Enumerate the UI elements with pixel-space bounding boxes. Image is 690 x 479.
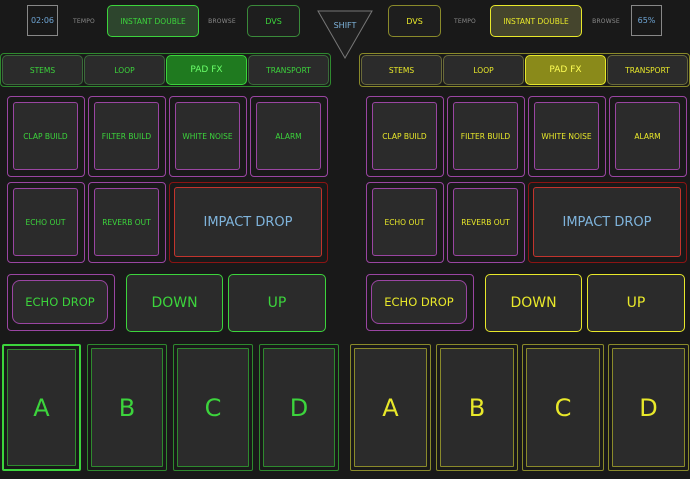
cue-label: C [204,393,222,422]
tab-padfx-left[interactable]: PAD FX [166,55,247,85]
fx-left-label: INSTANT DOUBLE [120,16,186,26]
tab-label: LOOP [473,65,494,75]
pad-echo-out-left[interactable]: ECHO OUT [7,182,85,263]
cue-c-left[interactable]: C [173,344,253,471]
pad-label: ALARM [634,131,661,141]
tempo-label-left: TEMPO [73,17,95,25]
cue-label: D [639,393,658,422]
pad-label: CLAP BUILD [23,131,68,141]
cue-label: D [289,393,309,422]
tab-label: PAD FX [190,65,223,75]
cue-b-left[interactable]: B [87,344,167,471]
tab-label: STEMS [388,65,415,75]
echo-drop-right-button[interactable]: ECHO DROP [366,274,474,331]
pad-label: WHITE NOISE [182,131,233,141]
pad-impact-drop-right[interactable]: IMPACT DROP [528,182,687,263]
pad-label: WHITE NOISE [541,131,592,141]
button-label: ECHO DROP [384,295,454,309]
volume-text: 65% [637,16,656,25]
pad-filter-build-left[interactable]: FILTER BUILD [88,96,166,177]
cue-d-right[interactable]: D [608,344,689,471]
pad-label: REVERB OUT [461,217,510,227]
time-display: 02:06 [27,5,58,36]
browse-label-left: BROWSE [208,17,236,25]
tab-loop-right[interactable]: LOOP [443,55,524,85]
pad-clap-build-right[interactable]: CLAP BUILD [366,96,444,177]
tab-stems-right[interactable]: STEMS [361,55,442,85]
fx-instant-double-right-button[interactable]: INSTANT DOUBLE [490,5,582,37]
pad-label: FILTER BUILD [460,131,511,141]
volume-display: 65% [631,5,662,36]
cue-label: A [382,393,399,422]
button-label: UP [267,295,287,311]
dvs-left-label: DVS [265,16,282,26]
browse-label-right: BROWSE [592,17,620,25]
tab-loop-left[interactable]: LOOP [84,55,165,85]
cue-a-right[interactable]: A [350,344,431,471]
up-left-button[interactable]: UP [228,274,326,332]
pad-impact-drop-left[interactable]: IMPACT DROP [169,182,328,263]
cue-a-left[interactable]: A [2,344,81,471]
pad-label: IMPACT DROP [562,214,652,230]
down-left-button[interactable]: DOWN [126,274,223,332]
fx-right-label: INSTANT DOUBLE [503,16,569,26]
cue-d-left[interactable]: D [259,344,339,471]
dvs-left-button[interactable]: DVS [247,5,300,37]
pad-reverb-out-left[interactable]: REVERB OUT [88,182,166,263]
pad-clap-build-left[interactable]: CLAP BUILD [7,96,85,177]
pad-label: CLAP BUILD [382,131,427,141]
button-label: DOWN [510,295,557,311]
pad-label: ECHO OUT [25,217,66,227]
dvs-right-label: DVS [406,16,423,26]
pad-echo-out-right[interactable]: ECHO OUT [366,182,444,263]
tab-label: TRANSPORT [266,65,311,75]
cue-c-right[interactable]: C [522,344,604,471]
cue-b-right[interactable]: B [436,344,518,471]
pad-alarm-left[interactable]: ALARM [250,96,328,177]
tab-label: PAD FX [549,65,582,75]
up-right-button[interactable]: UP [587,274,685,332]
pad-label: REVERB OUT [102,217,151,227]
cue-label: A [33,393,50,422]
pad-label: ECHO OUT [384,217,425,227]
pad-filter-build-right[interactable]: FILTER BUILD [447,96,525,177]
cue-label: B [118,393,136,422]
dvs-right-button[interactable]: DVS [388,5,441,37]
down-right-button[interactable]: DOWN [485,274,582,332]
pad-white-noise-right[interactable]: WHITE NOISE [528,96,606,177]
pad-alarm-right[interactable]: ALARM [609,96,687,177]
shift-label: SHIFT [333,21,357,30]
cue-label: B [468,393,486,422]
button-label: DOWN [151,295,198,311]
tab-label: TRANSPORT [625,65,670,75]
pad-label: ALARM [275,131,302,141]
tab-stems-left[interactable]: STEMS [2,55,83,85]
echo-drop-left-button[interactable]: ECHO DROP [7,274,115,331]
pad-white-noise-left[interactable]: WHITE NOISE [169,96,247,177]
cue-label: C [554,393,572,422]
pad-label: FILTER BUILD [101,131,152,141]
fx-instant-double-left-button[interactable]: INSTANT DOUBLE [107,5,199,37]
button-label: UP [626,295,646,311]
tab-label: LOOP [114,65,135,75]
button-label: ECHO DROP [25,295,95,309]
tab-transport-right[interactable]: TRANSPORT [607,55,688,85]
tempo-label-right: TEMPO [454,17,476,25]
tab-padfx-right[interactable]: PAD FX [525,55,606,85]
tab-label: STEMS [29,65,56,75]
pad-reverb-out-right[interactable]: REVERB OUT [447,182,525,263]
tab-transport-left[interactable]: TRANSPORT [248,55,329,85]
pad-label: IMPACT DROP [203,214,293,230]
time-text: 02:06 [30,16,55,25]
